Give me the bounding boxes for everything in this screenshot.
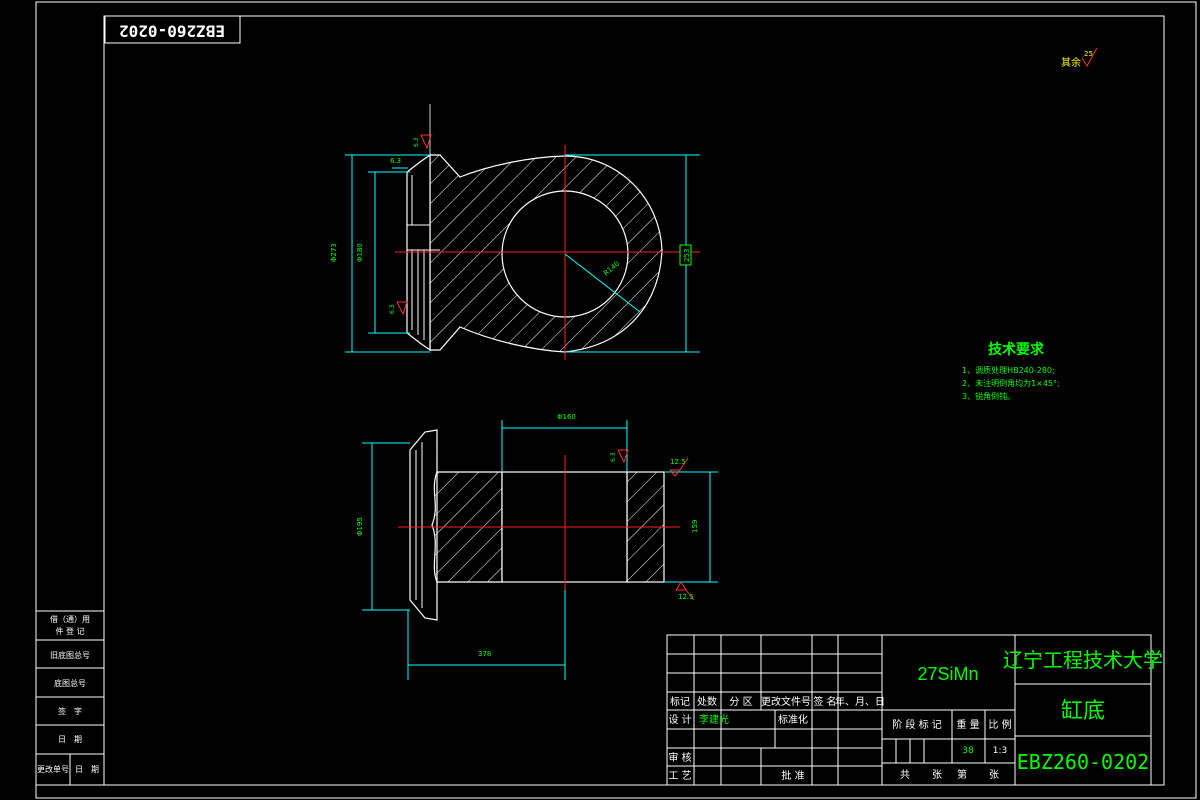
svg-text:年、月、日: 年、月、日 <box>835 695 885 708</box>
svg-text:签 名: 签 名 <box>813 695 836 708</box>
svg-text:日 期: 日 期 <box>75 765 99 774</box>
svg-text:12.5: 12.5 <box>670 458 686 466</box>
svg-text:共: 共 <box>900 769 910 781</box>
left-strip-labels: 借（通）用 件 登 记 旧底图总号 底图总号 签 字 日 期 更改单号 日 期 <box>37 614 99 774</box>
svg-text:件 登 记: 件 登 记 <box>55 626 84 636</box>
surface-finish-note: 其余 25 <box>1061 47 1098 69</box>
bottom-roughness-3 <box>675 581 687 591</box>
bottom-dim-bottom-width: 378 <box>478 650 491 658</box>
top-view: R140 Φ273 Φ180 253 6.3 6.3 6.3 <box>330 104 700 360</box>
svg-text:借（通）用: 借（通）用 <box>50 614 90 624</box>
svg-text:处数: 处数 <box>697 695 717 708</box>
outer-frame <box>35 1 1197 799</box>
scale: 1:3 <box>993 746 1007 756</box>
svg-text:日 期: 日 期 <box>58 735 82 744</box>
svg-text:审 核: 审 核 <box>668 751 691 764</box>
svg-text:12.5: 12.5 <box>678 593 694 601</box>
svg-text:6.3: 6.3 <box>610 452 617 462</box>
top-dim-right-height: 253 <box>683 249 691 262</box>
svg-text:比 例: 比 例 <box>988 718 1011 731</box>
left-strip-table <box>36 610 104 786</box>
tech-title: 技术要求 <box>988 341 1045 358</box>
tech-item-2: 2、未注明倒角均为1×45°; <box>962 378 1060 388</box>
drawing-number-rotated-box: EBZ260-0202 <box>104 15 241 44</box>
tech-item-3: 3、锐角倒钝。 <box>962 391 1015 401</box>
title-block-text: 27SiMn 辽宁工程技术大学 缸底 EBZ260-0202 标记 处数 分 区… <box>668 648 1163 782</box>
tech-item-1: 1、调质处理HB240-280; <box>962 365 1055 375</box>
svg-text:标准化: 标准化 <box>778 713 808 726</box>
svg-text:张: 张 <box>989 769 999 781</box>
svg-text:重 量: 重 量 <box>956 718 979 731</box>
university: 辽宁工程技术大学 <box>1003 648 1163 672</box>
top-dim-left-outer: Φ273 <box>330 243 338 262</box>
designer: 李建光 <box>699 713 729 726</box>
weight: 38 <box>962 746 974 756</box>
svg-text:底图总号: 底图总号 <box>54 678 86 688</box>
surface-finish-label: 其余 <box>1061 56 1081 69</box>
top-dim-left-inner: Φ180 <box>356 243 364 262</box>
top-roughness-1 <box>420 134 432 150</box>
svg-text:签 字: 签 字 <box>58 706 82 716</box>
svg-text:批 准: 批 准 <box>781 769 804 782</box>
part-name: 缸底 <box>1061 699 1105 724</box>
svg-text:设 计: 设 计 <box>668 713 691 726</box>
svg-text:标记: 标记 <box>670 696 690 708</box>
drawing-number-rotated: EBZ260-0202 <box>119 22 225 41</box>
svg-text:旧底图总号: 旧底图总号 <box>50 650 90 660</box>
bottom-dim-top-width: Φ160 <box>557 413 576 421</box>
top-roughness-2 <box>396 301 408 316</box>
drawing-canvas: EBZ260-0202 其余 25 R140 Φ273 Φ180 253 6.3… <box>35 1 1197 799</box>
tech-requirements: 技术要求 1、调质处理HB240-280; 2、未注明倒角均为1×45°; 3、… <box>962 341 1060 401</box>
bottom-dim-left-height: Φ195 <box>356 517 364 536</box>
svg-text:更改单号: 更改单号 <box>37 764 69 774</box>
bottom-dim-right-height: 159 <box>691 520 699 533</box>
top-dim-gap: 6.3 <box>390 157 401 165</box>
svg-text:阶 段 标 记: 阶 段 标 记 <box>892 718 942 731</box>
drawing-number: EBZ260-0202 <box>1017 750 1149 774</box>
svg-text:分 区: 分 区 <box>729 696 752 708</box>
svg-text:6.3: 6.3 <box>389 304 396 314</box>
bottom-view: Φ160 159 Φ195 378 12.5 6.3 12.5 <box>356 413 718 680</box>
svg-text:6.3: 6.3 <box>413 137 420 147</box>
svg-text:工 艺: 工 艺 <box>668 770 691 782</box>
svg-text:第: 第 <box>957 768 967 781</box>
material: 27SiMn <box>917 664 978 684</box>
svg-text:更改文件号: 更改文件号 <box>761 695 811 708</box>
svg-text:张: 张 <box>932 769 942 781</box>
